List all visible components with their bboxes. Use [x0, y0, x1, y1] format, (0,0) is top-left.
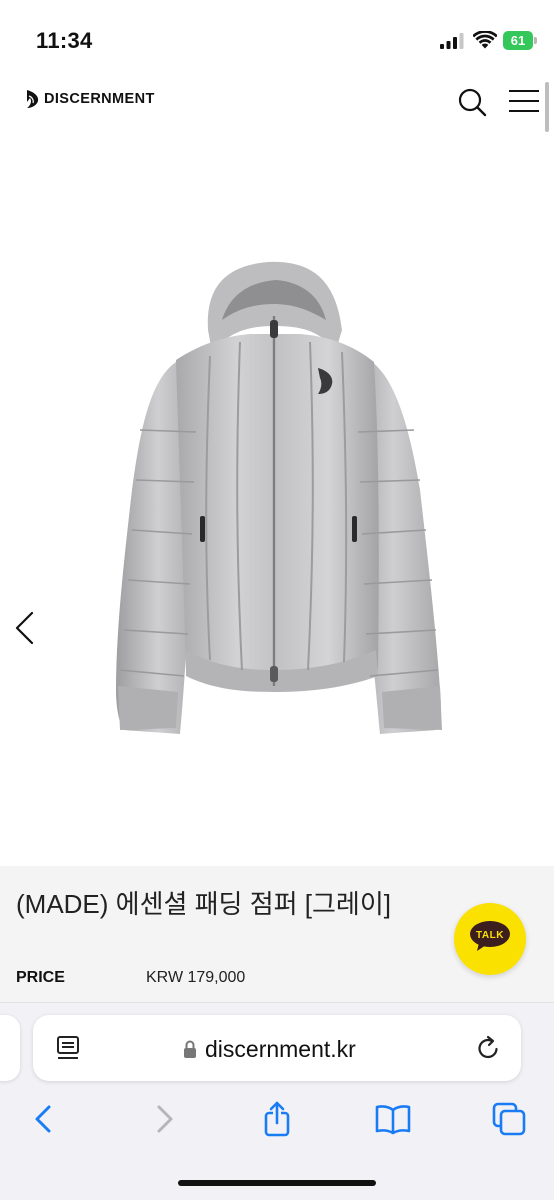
chevron-left-icon[interactable]	[12, 610, 38, 646]
status-time: 11:34	[36, 28, 93, 53]
url-bar[interactable]: discernment.kr	[33, 1015, 521, 1081]
battery-nub	[534, 37, 537, 44]
page-menu-icon[interactable]	[55, 1035, 81, 1061]
battery-level: 61	[503, 31, 533, 50]
talk-label: TALK	[476, 930, 504, 941]
url-center[interactable]: discernment.kr	[183, 1035, 356, 1063]
url-text: discernment.kr	[205, 1035, 356, 1062]
previous-tab-card[interactable]	[0, 1015, 20, 1081]
bookmarks-icon[interactable]	[375, 1101, 411, 1137]
back-icon[interactable]	[26, 1101, 62, 1137]
site-logo[interactable]: DISCERNMENT	[24, 89, 155, 109]
lock-icon	[184, 1040, 196, 1058]
product-image-carousel[interactable]	[0, 130, 554, 865]
reload-icon[interactable]	[475, 1035, 501, 1061]
price-label: PRICE	[16, 969, 65, 986]
wifi-icon	[473, 31, 497, 49]
scroll-indicator[interactable]	[545, 82, 549, 132]
browser-chrome: discernment.kr	[0, 1002, 554, 1200]
tabs-icon[interactable]	[491, 1101, 527, 1137]
kakao-talk-button[interactable]: TALK	[454, 903, 526, 975]
home-indicator	[178, 1180, 376, 1186]
logo-icon	[27, 90, 39, 108]
share-icon[interactable]	[259, 1101, 295, 1137]
cellular-signal-icon	[440, 33, 464, 49]
site-header: DISCERNMENT	[0, 80, 554, 124]
battery-icon: 61	[503, 31, 537, 50]
price-value: KRW 179,000	[146, 969, 246, 986]
logo-text: DISCERNMENT	[44, 91, 155, 107]
hamburger-menu-icon[interactable]	[508, 88, 540, 114]
jacket-image	[116, 261, 442, 734]
status-bar: 11:34 61	[0, 0, 554, 80]
product-title: (MADE) 에센셜 패딩 점퍼 [그레이]	[16, 889, 391, 919]
forward-icon[interactable]	[146, 1101, 182, 1137]
search-icon[interactable]	[456, 86, 488, 118]
